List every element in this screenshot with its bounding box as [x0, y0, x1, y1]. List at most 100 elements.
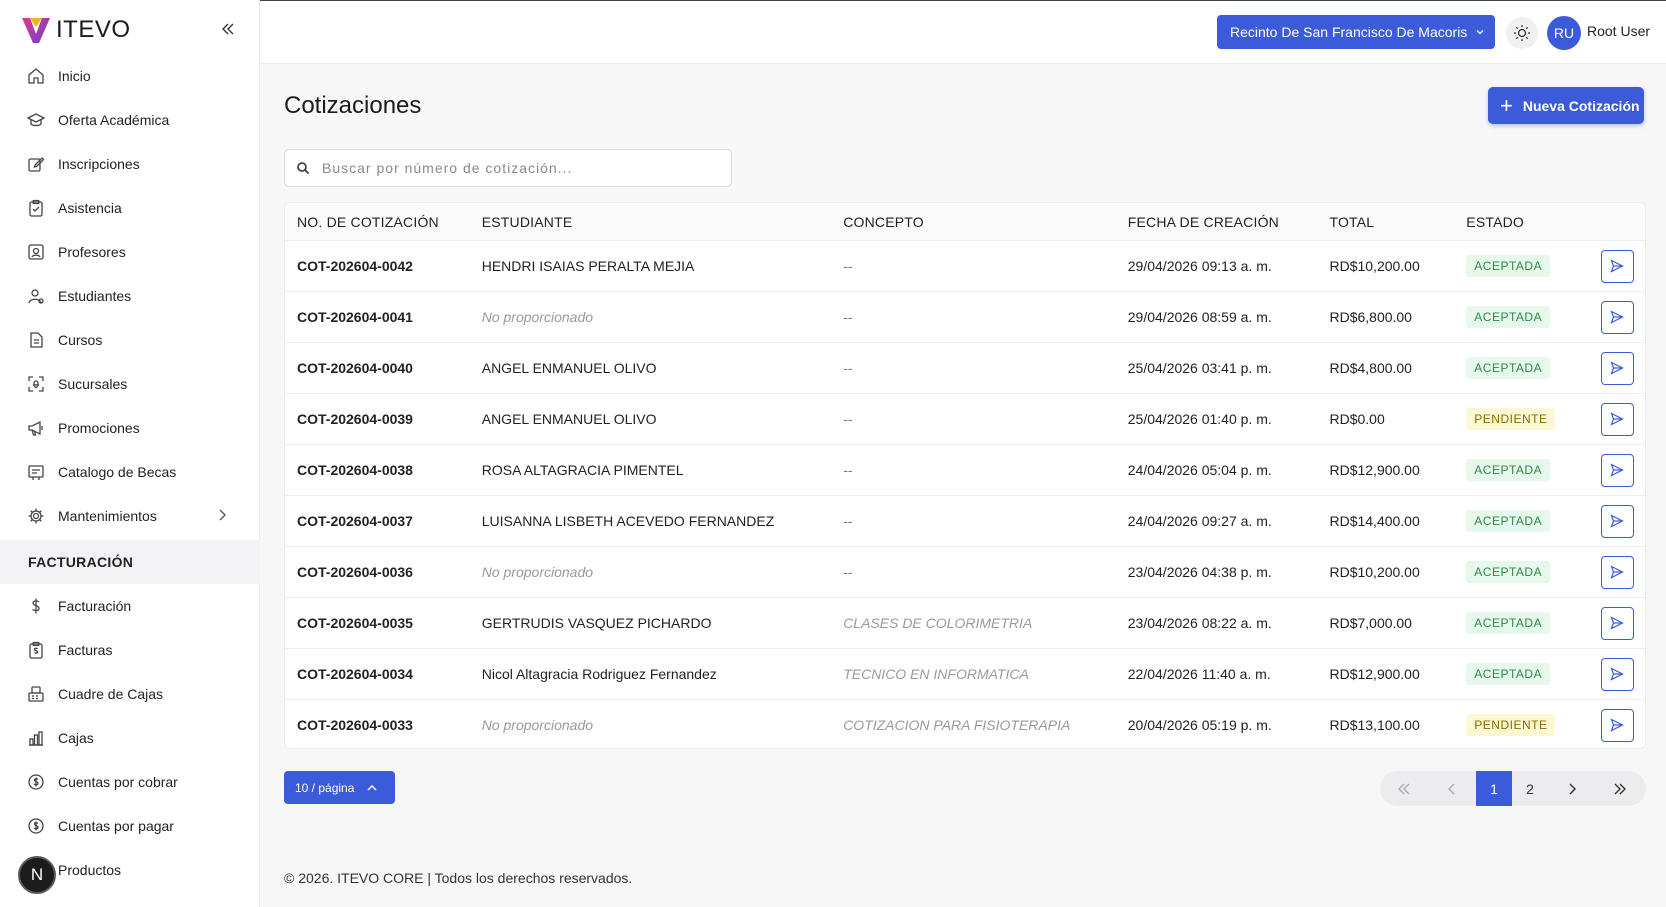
sidebar-item-cajas[interactable]: Cajas [0, 716, 260, 760]
send-quotation-button[interactable] [1600, 351, 1634, 385]
status-badge: ACEPTADA [1466, 612, 1551, 634]
concept: -- [843, 513, 853, 529]
column-header[interactable]: ESTUDIANTE [470, 214, 831, 230]
graduation-cap-icon [26, 110, 46, 130]
sidebar-item-asistencia[interactable]: Asistencia [0, 186, 260, 230]
send-quotation-button[interactable] [1600, 453, 1634, 487]
concept: -- [843, 258, 853, 274]
receipt-icon [26, 640, 46, 660]
user-name[interactable]: Root User [1587, 23, 1650, 39]
table-row[interactable]: COT-202604-0042 HENDRI ISAIAS PERALTA MEJ… [285, 240, 1645, 291]
sidebar-item-facturas[interactable]: Facturas [0, 628, 260, 672]
actions-cell [1589, 606, 1645, 640]
sidebar-item-inscripciones[interactable]: Inscripciones [0, 142, 260, 186]
quotation-number[interactable]: COT-202604-0035 [285, 615, 470, 631]
column-header[interactable]: TOTAL [1317, 214, 1454, 230]
sidebar-item-label: Inscripciones [58, 156, 140, 172]
concept: TECNICO EN INFORMATICA [843, 666, 1029, 682]
sidebar-item-inicio[interactable]: Inicio [0, 54, 260, 98]
quotation-number[interactable]: COT-202604-0041 [285, 309, 470, 325]
concept: -- [843, 564, 853, 580]
quotation-number[interactable]: COT-202604-0034 [285, 666, 470, 682]
send-quotation-button[interactable] [1600, 555, 1634, 589]
table-row[interactable]: COT-202604-0034 Nicol Altagracia Rodrigue… [285, 648, 1645, 699]
table-row[interactable]: COT-202604-0037 LUISANNA LISBETH ACEVEDO … [285, 495, 1645, 546]
sidebar-item-label: Inicio [58, 68, 91, 84]
send-quotation-button[interactable] [1600, 708, 1634, 742]
column-header[interactable]: CONCEPTO [831, 214, 1116, 230]
total: RD$6,800.00 [1329, 309, 1412, 325]
users-icon [26, 286, 46, 306]
next-page-button[interactable] [1548, 771, 1596, 806]
dev-tools-button[interactable]: N [18, 856, 56, 894]
quotation-number[interactable]: COT-202604-0033 [285, 717, 470, 733]
send-quotation-button[interactable] [1600, 402, 1634, 436]
student-name: ANGEL ENMANUEL OLIVO [481, 360, 657, 376]
chevron-up-icon [367, 784, 377, 791]
table-row[interactable]: COT-202604-0033 No proporcionado COTIZACIO… [285, 699, 1645, 748]
search-box [284, 149, 732, 187]
chevron-down-icon [1476, 30, 1484, 35]
student-name: GERTRUDIS VASQUEZ PICHARDO [481, 615, 712, 631]
search-input[interactable] [322, 160, 702, 176]
double-chevron-left-icon [222, 23, 234, 35]
send-quotation-button[interactable] [1600, 657, 1634, 691]
table-row[interactable]: COT-202604-0038 ROSA ALTAGRACIA PIMENTEL -… [285, 444, 1645, 495]
table-row[interactable]: COT-202604-0036 No proporcionado -- 23/04/2… [285, 546, 1645, 597]
quotation-number[interactable]: COT-202604-0042 [285, 258, 470, 274]
page-1-button[interactable]: 1 [1476, 771, 1512, 806]
last-page-button[interactable] [1596, 771, 1644, 806]
sidebar-item-cursos[interactable]: Cursos [0, 318, 260, 362]
sidebar-item-sucursales[interactable]: Sucursales [0, 362, 260, 406]
page-size-select[interactable]: 10 / página [284, 771, 395, 804]
actions-cell [1589, 402, 1645, 436]
total: RD$10,200.00 [1329, 564, 1420, 580]
status-cell: ACEPTADA [1454, 663, 1589, 685]
new-quotation-button[interactable]: + Nueva Cotización [1488, 87, 1644, 124]
send-quotation-button[interactable] [1600, 300, 1634, 334]
branch-select[interactable]: Recinto De San Francisco De Macoris [1217, 15, 1495, 49]
column-header[interactable]: NO. DE COTIZACIÓN [285, 214, 470, 230]
sidebar-item-cuentas-pagar[interactable]: Cuentas por pagar [0, 804, 260, 848]
sidebar-item-estudiantes[interactable]: Estudiantes [0, 274, 260, 318]
double-chevron-right-icon [1614, 783, 1626, 794]
quotation-number[interactable]: COT-202604-0037 [285, 513, 470, 529]
quotation-number[interactable]: COT-202604-0040 [285, 360, 470, 376]
prev-page-button[interactable] [1428, 771, 1476, 806]
collapse-sidebar-button[interactable] [218, 18, 238, 40]
sidebar-item-mantenimientos[interactable]: Mantenimientos [0, 494, 260, 538]
quotation-number[interactable]: COT-202604-0036 [285, 564, 470, 580]
creation-date: 25/04/2026 03:41 p. m. [1127, 360, 1272, 376]
theme-toggle-button[interactable] [1506, 17, 1538, 49]
brand[interactable]: ITEVO [20, 14, 131, 46]
sidebar-item-promociones[interactable]: Promociones [0, 406, 260, 450]
table-row[interactable]: COT-202604-0035 GERTRUDIS VASQUEZ PICHARD… [285, 597, 1645, 648]
table-row[interactable]: COT-202604-0040 ANGEL ENMANUEL OLIVO -- 25/… [285, 342, 1645, 393]
sun-icon [1514, 25, 1530, 41]
send-quotation-button[interactable] [1600, 504, 1634, 538]
column-header[interactable]: FECHA DE CREACIÓN [1116, 214, 1318, 230]
send-quotation-button[interactable] [1600, 606, 1634, 640]
sidebar-item-oferta-academica[interactable]: Oferta Académica [0, 98, 260, 142]
avatar[interactable]: RU [1547, 16, 1581, 50]
sidebar-item-cuadre-cajas[interactable]: Cuadre de Cajas [0, 672, 260, 716]
sidebar-item-catalogo-becas[interactable]: Catalogo de Becas [0, 450, 260, 494]
sidebar-item-label: Profesores [58, 244, 126, 260]
sidebar-item-profesores[interactable]: Profesores [0, 230, 260, 274]
actions-cell [1589, 657, 1645, 691]
page-2-button[interactable]: 2 [1512, 771, 1548, 806]
table-row[interactable]: COT-202604-0039 ANGEL ENMANUEL OLIVO -- 25/… [285, 393, 1645, 444]
dollar-icon [26, 596, 46, 616]
sidebar-item-facturacion[interactable]: Facturación [0, 584, 260, 628]
total: RD$14,400.00 [1329, 513, 1420, 529]
sidebar-item-label: Estudiantes [58, 288, 132, 304]
edit-icon [26, 154, 46, 174]
table-row[interactable]: COT-202604-0041 No proporcionado -- 29/04/2… [285, 291, 1645, 342]
sidebar-item-cuentas-cobrar[interactable]: Cuentas por cobrar [0, 760, 260, 804]
status-cell: ACEPTADA [1454, 612, 1589, 634]
quotation-number[interactable]: COT-202604-0038 [285, 462, 470, 478]
quotation-number[interactable]: COT-202604-0039 [285, 411, 470, 427]
send-quotation-button[interactable] [1600, 249, 1634, 283]
first-page-button[interactable] [1380, 771, 1428, 806]
column-header[interactable]: ESTADO [1454, 214, 1589, 230]
